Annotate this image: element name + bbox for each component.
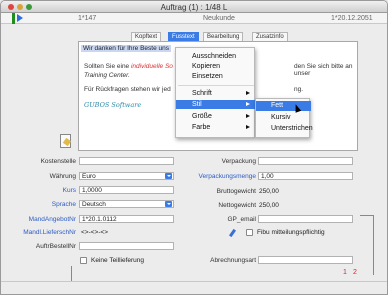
verpackung-field[interactable]: [258, 157, 353, 165]
kurs-field[interactable]: 1,0000: [79, 186, 174, 194]
header-customer: Neukunde: [203, 15, 235, 22]
menu-item-schrift[interactable]: Schrift: [176, 89, 256, 98]
annotation-line: [373, 215, 374, 275]
kostenstelle-field[interactable]: [79, 157, 174, 165]
status-flag-icon: [12, 13, 15, 24]
waehrung-select[interactable]: Euro: [79, 172, 174, 180]
editor-line-4-suffix: ng.: [294, 86, 304, 93]
dropdown-arrow-icon: [165, 173, 172, 179]
menu-item-groesse[interactable]: Größe: [176, 112, 256, 121]
submenu-item-fett[interactable]: Fett: [256, 101, 311, 111]
submenu-item-unterstrichen[interactable]: Unterstrichen: [256, 124, 313, 134]
submenu-item-kursiv[interactable]: Kursiv: [256, 113, 311, 123]
keine-teillieferung-label: Keine Teillieferung: [91, 257, 144, 264]
titlebar: Auftrag (1) : 1/48 L: [1, 1, 387, 13]
abrechnungsart-field[interactable]: [258, 256, 353, 264]
bruttogewicht-label: Bruttogewicht: [216, 188, 256, 195]
mandangebot-label: MandAngebotNr: [28, 216, 76, 223]
keine-teillieferung-checkbox[interactable]: [80, 257, 87, 264]
menu-item-groesse-label: Größe: [192, 113, 212, 120]
menu-item-stil[interactable]: Stil: [176, 100, 256, 109]
nettogewicht-label: Nettogewicht: [218, 202, 256, 209]
context-menu: Ausschneiden Kopieren Einsetzen Schrift …: [175, 47, 256, 138]
submenu-arrow-icon: [246, 91, 250, 95]
waehrung-value: Euro: [82, 173, 96, 180]
header-number: 1*147: [78, 15, 97, 22]
auftrbestell-label: AuftrBestellNr: [35, 243, 76, 250]
style-submenu: Fett Kursiv Unterstrichen: [255, 98, 313, 138]
menu-item-einsetzen[interactable]: Einsetzen: [176, 72, 256, 81]
page-1-link[interactable]: 1: [343, 269, 347, 276]
editor-signature: GUBOS Software: [84, 101, 142, 109]
editor-line-4: Für Rückfragen stehen wir jed: [84, 86, 171, 93]
menu-separator: [178, 85, 254, 86]
menu-item-schrift-label: Schrift: [192, 90, 212, 97]
tab-kopftext[interactable]: Kopftext: [131, 32, 162, 41]
menu-item-ausschneiden[interactable]: Ausschneiden: [176, 52, 256, 61]
editor-line-2-suffix: den Sie sich bitte an unser: [294, 63, 353, 77]
waehrung-label: Währung: [49, 173, 76, 180]
page-2-link[interactable]: 2: [353, 269, 357, 276]
sprache-label: Sprache: [51, 201, 76, 208]
mandangebot-field[interactable]: 1*20.1.0112: [79, 215, 174, 223]
document-edit-icon[interactable]: [60, 134, 71, 148]
kurs-label: Kurs: [62, 187, 76, 194]
sprache-value: Deutsch: [82, 201, 106, 208]
order-window: Auftrag (1) : 1/48 L 1*147 Neukunde 1*20…: [0, 0, 388, 295]
menu-item-stil-label: Stil: [192, 101, 202, 108]
editor-line-1: Wir danken für Ihre Beste uns: [81, 45, 171, 52]
fibu-checkbox[interactable]: [246, 229, 253, 236]
menu-item-kopieren[interactable]: Kopieren: [176, 62, 256, 71]
header-date: 1*20.12.2051: [331, 15, 373, 22]
tab-bearbeitung[interactable]: Bearbeitung: [203, 32, 244, 41]
dropdown-arrow-icon: [165, 201, 172, 207]
mandlief-label: Mandl.LieferschNr: [23, 229, 76, 236]
gpemail-field[interactable]: [258, 215, 353, 223]
fibu-label: Fibu mitteilungspflichtig: [257, 229, 325, 236]
menu-item-farbe[interactable]: Farbe: [176, 123, 256, 132]
kostenstelle-label: Kostenstelle: [40, 158, 76, 165]
verpackungsmenge-field[interactable]: 1,00: [258, 172, 353, 180]
bottom-bar: [1, 281, 387, 294]
menu-item-farbe-label: Farbe: [192, 124, 211, 131]
editor-line-2-highlight: individuelle So: [130, 63, 173, 70]
abrechnungsart-label: Abrechnungsart: [210, 257, 256, 264]
nettogewicht-value[interactable]: 250,00: [259, 202, 279, 209]
editor-line-2-prefix: Sollten Sie eine: [84, 63, 130, 70]
annotation-line: [360, 215, 373, 216]
auftrbestell-field[interactable]: [79, 242, 174, 250]
play-icon[interactable]: [17, 14, 23, 22]
bruttogewicht-value[interactable]: 250,00: [259, 188, 279, 195]
verpackungsmenge-label: Verpackungsmenge: [198, 173, 256, 180]
verpackung-label: Verpackung: [221, 158, 256, 165]
window-title: Auftrag (1) : 1/48 L: [160, 3, 228, 12]
tab-zusatzinfo[interactable]: Zusatzinfo: [252, 32, 288, 41]
tab-fusstext[interactable]: Fusstext: [168, 32, 199, 41]
pen-icon[interactable]: [228, 228, 237, 238]
sprache-select[interactable]: Deutsch: [79, 200, 174, 208]
gpemail-label: GP_email: [227, 216, 256, 223]
mandlief-value: <>-<>-<>: [81, 229, 109, 236]
editor-line-3: Training Center.: [84, 72, 130, 79]
submenu-arrow-icon: [246, 102, 250, 106]
header-bar: [1, 13, 387, 24]
submenu-arrow-icon: [246, 125, 250, 129]
submenu-arrow-icon: [246, 114, 250, 118]
